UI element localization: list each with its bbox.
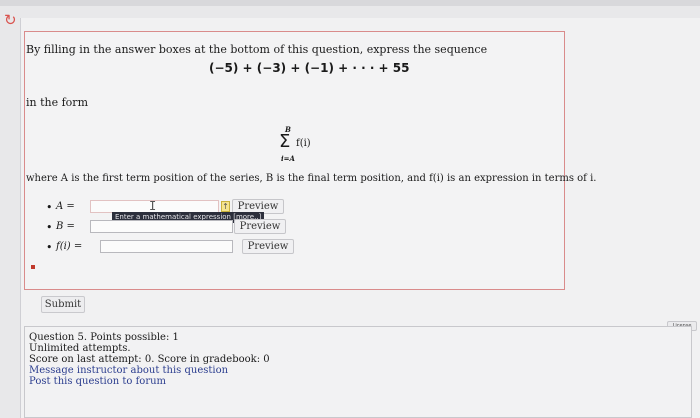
field-label-b: B = bbox=[56, 221, 75, 232]
sigma-symbol: Σ bbox=[279, 131, 291, 152]
sum-lower-limit: i=A bbox=[281, 154, 295, 163]
browser-top-bar bbox=[0, 0, 700, 6]
sequence-expression: (−5) + (−3) + (−1) + · · · + 55 bbox=[209, 61, 410, 75]
preview-button-b[interactable]: Preview bbox=[234, 219, 286, 234]
sum-term: f(i) bbox=[296, 138, 311, 149]
answer-input-f[interactable] bbox=[100, 240, 233, 253]
bullet: • bbox=[46, 201, 53, 214]
text-cursor-icon: I bbox=[149, 199, 157, 213]
post-to-forum-link[interactable]: Post this question to forum bbox=[29, 376, 166, 387]
where-description: where A is the first term position of th… bbox=[26, 173, 597, 184]
question-intro: By filling in the answer boxes at the bo… bbox=[26, 43, 488, 56]
preview-button-f[interactable]: Preview bbox=[242, 239, 294, 254]
hint-arrow-icon[interactable]: ↑ bbox=[221, 201, 230, 212]
bullet: • bbox=[46, 221, 53, 234]
answer-input-b[interactable] bbox=[90, 220, 233, 233]
field-row-f: • f(i) = Preview bbox=[46, 239, 316, 255]
question-info-box: Question 5. Points possible: 1 Unlimited… bbox=[24, 326, 692, 418]
reload-icon[interactable]: ↻ bbox=[4, 12, 20, 28]
question-page: By filling in the answer boxes at the bo… bbox=[20, 18, 700, 418]
bullet: • bbox=[46, 241, 53, 254]
score-info: Score on last attempt: 0. Score in grade… bbox=[29, 354, 270, 365]
field-label-a: A = bbox=[56, 201, 75, 212]
attempts-info: Unlimited attempts. bbox=[29, 343, 131, 354]
message-instructor-link[interactable]: Message instructor about this question bbox=[29, 365, 228, 376]
status-marker bbox=[31, 265, 35, 269]
in-the-form-label: in the form bbox=[26, 96, 88, 109]
points-info: Question 5. Points possible: 1 bbox=[29, 332, 179, 343]
field-row-b: • B = Preview bbox=[46, 219, 306, 235]
submit-button[interactable]: Submit bbox=[41, 296, 85, 313]
field-label-f: f(i) = bbox=[56, 241, 83, 252]
